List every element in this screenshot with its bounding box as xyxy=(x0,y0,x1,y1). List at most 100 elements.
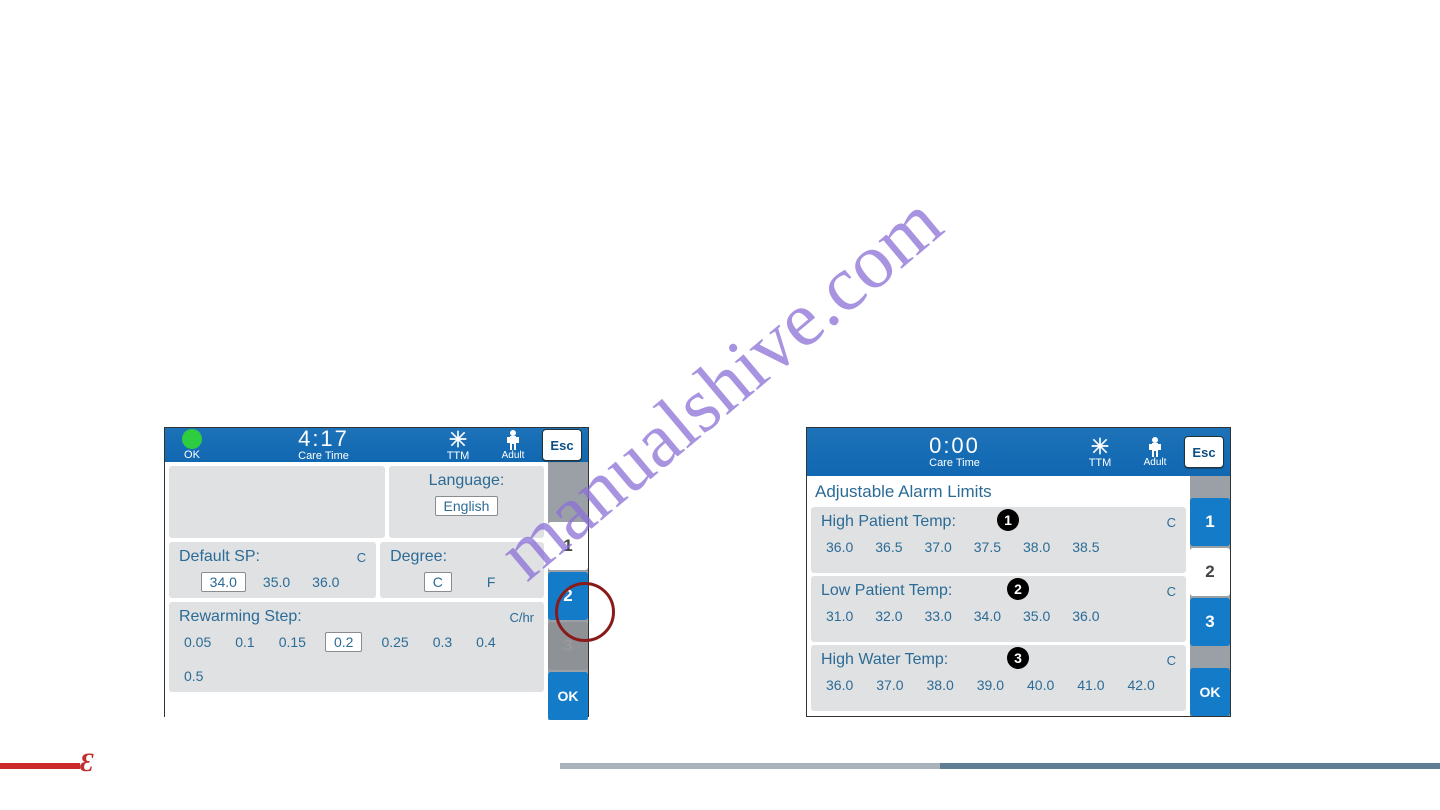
hw-38.0[interactable]: 38.0 xyxy=(922,675,959,695)
degree-f[interactable]: F xyxy=(482,572,501,592)
rw-0.25[interactable]: 0.25 xyxy=(376,632,413,652)
tab-1[interactable]: 1 xyxy=(548,522,588,570)
footer-gray-bar xyxy=(560,763,940,769)
marker-3-icon: 3 xyxy=(1007,647,1029,669)
rw-0.1[interactable]: 0.1 xyxy=(230,632,259,652)
footer-red-bar xyxy=(0,763,80,769)
rw-0.05[interactable]: 0.05 xyxy=(179,632,216,652)
status-label: OK xyxy=(184,449,200,461)
high-patient-options: 36.0 36.5 37.0 37.5 38.0 38.5 xyxy=(821,537,1176,557)
care-time-value: 4:17 xyxy=(298,428,349,450)
degree-c[interactable]: C xyxy=(424,572,452,592)
default-sp-panel[interactable]: Default SP: C 34.0 35.0 36.0 xyxy=(169,542,376,598)
lp-34.0[interactable]: 34.0 xyxy=(969,606,1006,626)
lp-31.0[interactable]: 31.0 xyxy=(821,606,858,626)
rewarming-unit: C/hr xyxy=(509,610,534,625)
device1-header: OK 4:17 Care Time TTM Adult Esc xyxy=(165,428,588,462)
footer-blue-bar xyxy=(940,763,1440,769)
ok-button-2[interactable]: OK xyxy=(1190,668,1230,716)
esc-button-2[interactable]: Esc xyxy=(1184,436,1224,468)
marker-2-icon: 2 xyxy=(1007,578,1029,600)
care-time-label: Care Time xyxy=(298,450,349,462)
default-sp-label: Default SP: xyxy=(179,548,260,566)
lp-36.0[interactable]: 36.0 xyxy=(1067,606,1104,626)
rw-0.2[interactable]: 0.2 xyxy=(325,632,362,652)
esc-button[interactable]: Esc xyxy=(542,429,582,461)
lp-33.0[interactable]: 33.0 xyxy=(920,606,957,626)
high-water-label: High Water Temp: xyxy=(821,651,948,669)
language-panel[interactable]: Language: English xyxy=(389,466,544,538)
lp-35.0[interactable]: 35.0 xyxy=(1018,606,1055,626)
tab-1-b[interactable]: 1 xyxy=(1190,498,1230,546)
care-time-label-2: Care Time xyxy=(929,457,980,469)
hw-40.0[interactable]: 40.0 xyxy=(1022,675,1059,695)
high-patient-label: High Patient Temp: xyxy=(821,513,956,531)
hp-36.0[interactable]: 36.0 xyxy=(821,537,858,557)
rw-0.15[interactable]: 0.15 xyxy=(274,632,311,652)
degree-panel[interactable]: Degree: C F xyxy=(380,542,544,598)
blank-panel xyxy=(169,466,385,538)
low-patient-unit: C xyxy=(1167,584,1176,599)
hw-36.0[interactable]: 36.0 xyxy=(821,675,858,695)
rewarming-panel[interactable]: Rewarming Step: C/hr 0.05 0.1 0.15 0.2 0… xyxy=(169,602,544,692)
device-screen-2: 0:00 Care Time TTM Adult Esc Adjustable … xyxy=(806,427,1231,717)
high-water-unit: C xyxy=(1167,653,1176,668)
sp-opt-34[interactable]: 34.0 xyxy=(201,572,246,592)
mode-area-2: TTM xyxy=(1070,436,1130,469)
logo-icon: Ɛ xyxy=(80,748,93,778)
language-label: Language: xyxy=(399,472,534,490)
tab-2-b[interactable]: 2 xyxy=(1190,548,1230,596)
care-time-value-2: 0:00 xyxy=(929,435,980,457)
care-time-area-2: 0:00 Care Time xyxy=(839,435,1070,469)
ok-button[interactable]: OK xyxy=(548,672,588,720)
status-ok-icon xyxy=(182,429,202,449)
default-sp-unit: C xyxy=(357,550,366,565)
sp-opt-36[interactable]: 36.0 xyxy=(307,572,344,592)
marker-1-icon: 1 xyxy=(997,509,1019,531)
person-icon xyxy=(1148,437,1162,457)
device1-content: Language: English Default SP: C 34.0 35.… xyxy=(165,462,548,720)
hw-37.0[interactable]: 37.0 xyxy=(871,675,908,695)
language-value[interactable]: English xyxy=(435,496,499,516)
tab-3-b[interactable]: 3 xyxy=(1190,598,1230,646)
person-icon xyxy=(506,430,520,450)
hp-38.0[interactable]: 38.0 xyxy=(1018,537,1055,557)
low-patient-label: Low Patient Temp: xyxy=(821,582,952,600)
rw-0.5[interactable]: 0.5 xyxy=(179,666,208,686)
degree-label: Degree: xyxy=(390,548,447,566)
device-screen-1: OK 4:17 Care Time TTM Adult Esc Language… xyxy=(164,427,589,717)
tab-3[interactable]: 3 xyxy=(548,622,588,670)
patient-type-label-2: Adult xyxy=(1144,457,1167,468)
patient-type-label: Adult xyxy=(502,450,525,461)
low-patient-panel[interactable]: Low Patient Temp: C 2 31.0 32.0 33.0 34.… xyxy=(811,576,1186,642)
device1-tab-rail: 1 2 3 OK xyxy=(548,462,588,720)
hw-41.0[interactable]: 41.0 xyxy=(1072,675,1109,695)
hw-42.0[interactable]: 42.0 xyxy=(1123,675,1160,695)
device2-content: Adjustable Alarm Limits High Patient Tem… xyxy=(807,476,1190,716)
rw-0.3[interactable]: 0.3 xyxy=(428,632,457,652)
hp-37.0[interactable]: 37.0 xyxy=(920,537,957,557)
patient-type-area: Adult xyxy=(488,430,538,461)
device2-header: 0:00 Care Time TTM Adult Esc xyxy=(807,428,1230,476)
rw-0.4[interactable]: 0.4 xyxy=(471,632,500,652)
hp-38.5[interactable]: 38.5 xyxy=(1067,537,1104,557)
hp-36.5[interactable]: 36.5 xyxy=(870,537,907,557)
low-patient-options: 31.0 32.0 33.0 34.0 35.0 36.0 xyxy=(821,606,1176,626)
high-water-options: 36.0 37.0 38.0 39.0 40.0 41.0 42.0 xyxy=(821,675,1176,695)
hw-39.0[interactable]: 39.0 xyxy=(972,675,1009,695)
mode-label-2: TTM xyxy=(1089,457,1112,469)
high-water-panel[interactable]: High Water Temp: C 3 36.0 37.0 38.0 39.0… xyxy=(811,645,1186,711)
device2-tab-rail: 1 2 3 OK xyxy=(1190,476,1230,716)
rewarming-label: Rewarming Step: xyxy=(179,608,302,626)
tab-2[interactable]: 2 xyxy=(548,572,588,620)
high-patient-panel[interactable]: High Patient Temp: C 1 36.0 36.5 37.0 37… xyxy=(811,507,1186,573)
snowflake-icon xyxy=(448,429,468,449)
status-area: OK xyxy=(171,429,213,461)
alarm-limits-title: Adjustable Alarm Limits xyxy=(811,480,1186,504)
mode-label: TTM xyxy=(447,450,470,462)
lp-32.0[interactable]: 32.0 xyxy=(870,606,907,626)
hp-37.5[interactable]: 37.5 xyxy=(969,537,1006,557)
patient-type-area-2: Adult xyxy=(1130,437,1180,468)
care-time-area: 4:17 Care Time xyxy=(219,428,428,462)
sp-opt-35[interactable]: 35.0 xyxy=(258,572,295,592)
